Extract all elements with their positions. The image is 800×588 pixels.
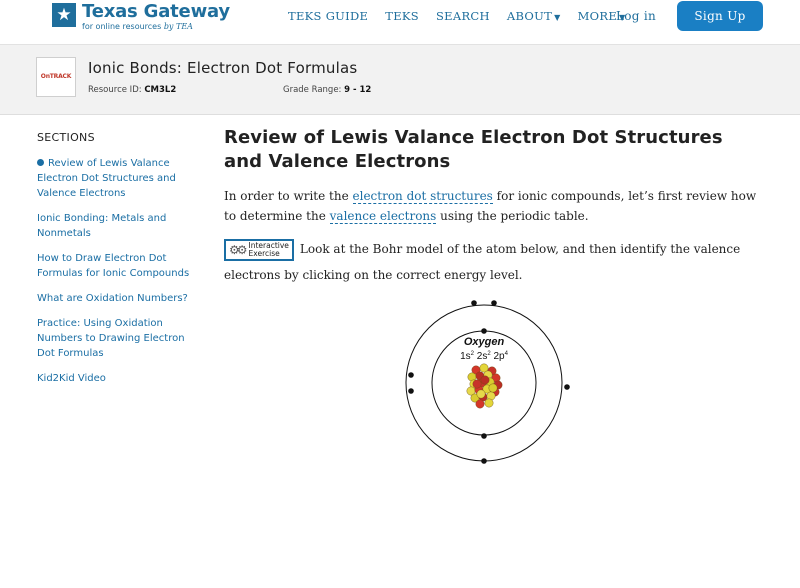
signup-button[interactable]: Sign Up (677, 1, 763, 31)
exercise-paragraph: ⚙⚙ Interactive Exercise Look at the Bohr mo… (224, 236, 764, 288)
resource-id: Resource ID: CM3L2 (88, 85, 177, 95)
sections-sidebar: SECTIONS Review of Lewis Valance Electro… (37, 131, 202, 396)
logo-title: Texas Gateway (82, 1, 230, 22)
nav-search[interactable]: SEARCH (436, 9, 490, 25)
nucleon (472, 379, 482, 389)
sidebar-item-oxidation-numbers[interactable]: What are Oxidation Numbers? (37, 291, 202, 306)
atom-name: Oxygen (464, 336, 505, 348)
nucleon (480, 375, 490, 385)
sidebar-item-draw-formulas[interactable]: How to Draw Electron Dot Formulas for Io… (37, 251, 202, 281)
resource-thumbnail: OnTRACK (36, 57, 76, 97)
nucleus (466, 363, 503, 409)
grade-range: Grade Range: 9 - 12 (283, 85, 372, 95)
electron (564, 384, 570, 390)
sidebar-item-review[interactable]: Review of Lewis Valance Electron Dot Str… (37, 156, 202, 201)
electron (481, 458, 487, 464)
logo-subtitle: for online resources by TEA (82, 22, 193, 31)
resource-title: Ionic Bonds: Electron Dot Formulas (88, 59, 358, 77)
nav-about[interactable]: ABOUT ▼ (507, 9, 561, 25)
gears-icon: ⚙⚙ (229, 242, 247, 257)
electron (481, 328, 487, 334)
star-icon: ★ (52, 3, 76, 27)
section-heading: Review of Lewis Valance Electron Dot Str… (224, 127, 723, 172)
sidebar-item-practice[interactable]: Practice: Using Oxidation Numbers to Dra… (37, 316, 202, 361)
top-navigation: ★ Texas Gateway for online resources by … (0, 0, 800, 45)
sidebar-item-ionic-bonding[interactable]: Ionic Bonding: Metals and Nonmetals (37, 211, 202, 241)
sections-heading: SECTIONS (37, 131, 95, 144)
valence-electrons-link[interactable]: valence electrons (329, 209, 437, 224)
nav-links: TEKS GUIDE TEKS SEARCH ABOUT ▼ MORE ▼ (288, 9, 643, 25)
active-bullet-icon (37, 159, 44, 166)
electron (491, 300, 497, 306)
electron (408, 388, 414, 394)
electron (481, 433, 487, 439)
login-link[interactable]: Log in (616, 9, 656, 23)
electron (471, 300, 477, 306)
ontrack-logo: OnTRACK (40, 73, 72, 80)
nucleon (475, 399, 485, 409)
resource-header: OnTRACK Ionic Bonds: Electron Dot Formul… (0, 45, 800, 115)
nucleon (484, 398, 494, 408)
caret-down-icon: ▼ (554, 13, 561, 22)
bohr-model-diagram: Oxygen 1s2 2s2 2p4 (405, 300, 570, 464)
nucleon (476, 389, 486, 399)
nav-teks[interactable]: TEKS (385, 9, 419, 25)
electron-dot-structures-link[interactable]: electron dot structures (352, 189, 493, 204)
sidebar-item-kid2kid-video[interactable]: Kid2Kid Video (37, 371, 202, 386)
intro-paragraph: In order to write the electron dot struc… (224, 189, 757, 224)
electron (408, 372, 414, 378)
nucleon (488, 383, 498, 393)
main-content: Review of Lewis Valance Electron Dot Str… (224, 126, 764, 288)
interactive-exercise-badge: ⚙⚙ Interactive Exercise (224, 238, 294, 261)
texas-gateway-logo[interactable]: ★ Texas Gateway for online resources by … (52, 2, 230, 36)
nav-teks-guide[interactable]: TEKS GUIDE (288, 9, 368, 25)
electron-configuration: 1s2 2s2 2p4 (460, 351, 509, 362)
